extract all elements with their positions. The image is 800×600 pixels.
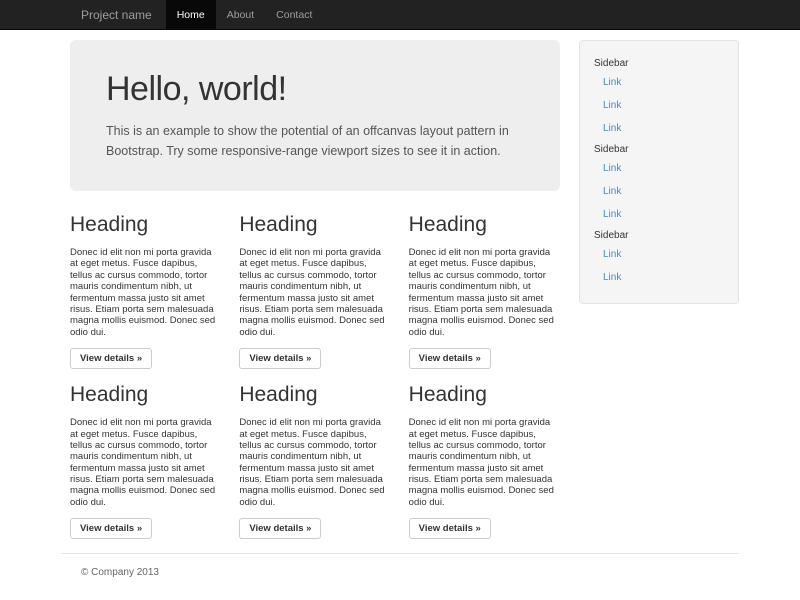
sidebar-group-title: Sidebar (594, 144, 726, 155)
card-heading: Heading (409, 213, 560, 237)
view-details-button[interactable]: View details » (409, 518, 491, 539)
view-details-button[interactable]: View details » (239, 518, 321, 539)
view-details-button[interactable]: View details » (70, 348, 152, 369)
feature-card: Heading Donec id elit non mi porta gravi… (70, 383, 221, 539)
feature-card: Heading Donec id elit non mi porta gravi… (409, 383, 560, 539)
sidebar-group: Sidebar Link Link (594, 230, 726, 289)
card-body-text: Donec id elit non mi porta gravida at eg… (239, 247, 390, 338)
main-column: Hello, world! This is an example to show… (70, 40, 560, 539)
sidebar-link[interactable]: Link (594, 71, 726, 94)
view-details-button[interactable]: View details » (409, 348, 491, 369)
feature-card: Heading Donec id elit non mi porta gravi… (239, 213, 390, 369)
card-body-text: Donec id elit non mi porta gravida at eg… (409, 417, 560, 508)
card-heading: Heading (239, 213, 390, 237)
card-heading: Heading (70, 213, 221, 237)
sidebar-group-title: Sidebar (594, 230, 726, 241)
nav-item-contact[interactable]: Contact (265, 0, 323, 29)
jumbotron-title: Hello, world! (106, 70, 524, 109)
card-heading: Heading (70, 383, 221, 407)
content-row: Hello, world! This is an example to show… (61, 30, 739, 539)
jumbotron: Hello, world! This is an example to show… (70, 40, 560, 191)
card-body-text: Donec id elit non mi porta gravida at eg… (409, 247, 560, 338)
card-heading: Heading (409, 383, 560, 407)
nav-item-home[interactable]: Home (166, 0, 216, 29)
feature-card: Heading Donec id elit non mi porta gravi… (239, 383, 390, 539)
copyright-text: © Company 2013 (61, 567, 739, 578)
navbar-brand[interactable]: Project name (61, 0, 166, 29)
sidebar-group: Sidebar Link Link Link (594, 58, 726, 140)
card-heading: Heading (239, 383, 390, 407)
card-body-text: Donec id elit non mi porta gravida at eg… (70, 247, 221, 338)
card-body-text: Donec id elit non mi porta gravida at eg… (70, 417, 221, 508)
sidebar-panel: Sidebar Link Link Link Sidebar Link Link… (579, 40, 739, 304)
sidebar-link[interactable]: Link (594, 94, 726, 117)
feature-card: Heading Donec id elit non mi porta gravi… (70, 213, 221, 369)
sidebar-link[interactable]: Link (594, 157, 726, 180)
footer: © Company 2013 (61, 553, 739, 578)
sidebar-link[interactable]: Link (594, 203, 726, 226)
sidebar-column: Sidebar Link Link Link Sidebar Link Link… (579, 40, 739, 304)
navbar-menu: Home About Contact (166, 0, 324, 29)
cards-grid: Heading Donec id elit non mi porta gravi… (70, 213, 560, 539)
view-details-button[interactable]: View details » (239, 348, 321, 369)
navbar-inner: Project name Home About Contact (61, 0, 739, 29)
page-container: Hello, world! This is an example to show… (61, 30, 739, 578)
sidebar-link[interactable]: Link (594, 180, 726, 203)
sidebar-link[interactable]: Link (594, 243, 726, 266)
sidebar-link[interactable]: Link (594, 117, 726, 140)
jumbotron-description: This is an example to show the potential… (106, 121, 524, 161)
navbar: Project name Home About Contact (0, 0, 800, 30)
footer-divider (61, 553, 739, 554)
nav-item-about[interactable]: About (216, 0, 265, 29)
card-body-text: Donec id elit non mi porta gravida at eg… (239, 417, 390, 508)
view-details-button[interactable]: View details » (70, 518, 152, 539)
feature-card: Heading Donec id elit non mi porta gravi… (409, 213, 560, 369)
sidebar-group: Sidebar Link Link Link (594, 144, 726, 226)
sidebar-group-title: Sidebar (594, 58, 726, 69)
sidebar-link[interactable]: Link (594, 266, 726, 289)
